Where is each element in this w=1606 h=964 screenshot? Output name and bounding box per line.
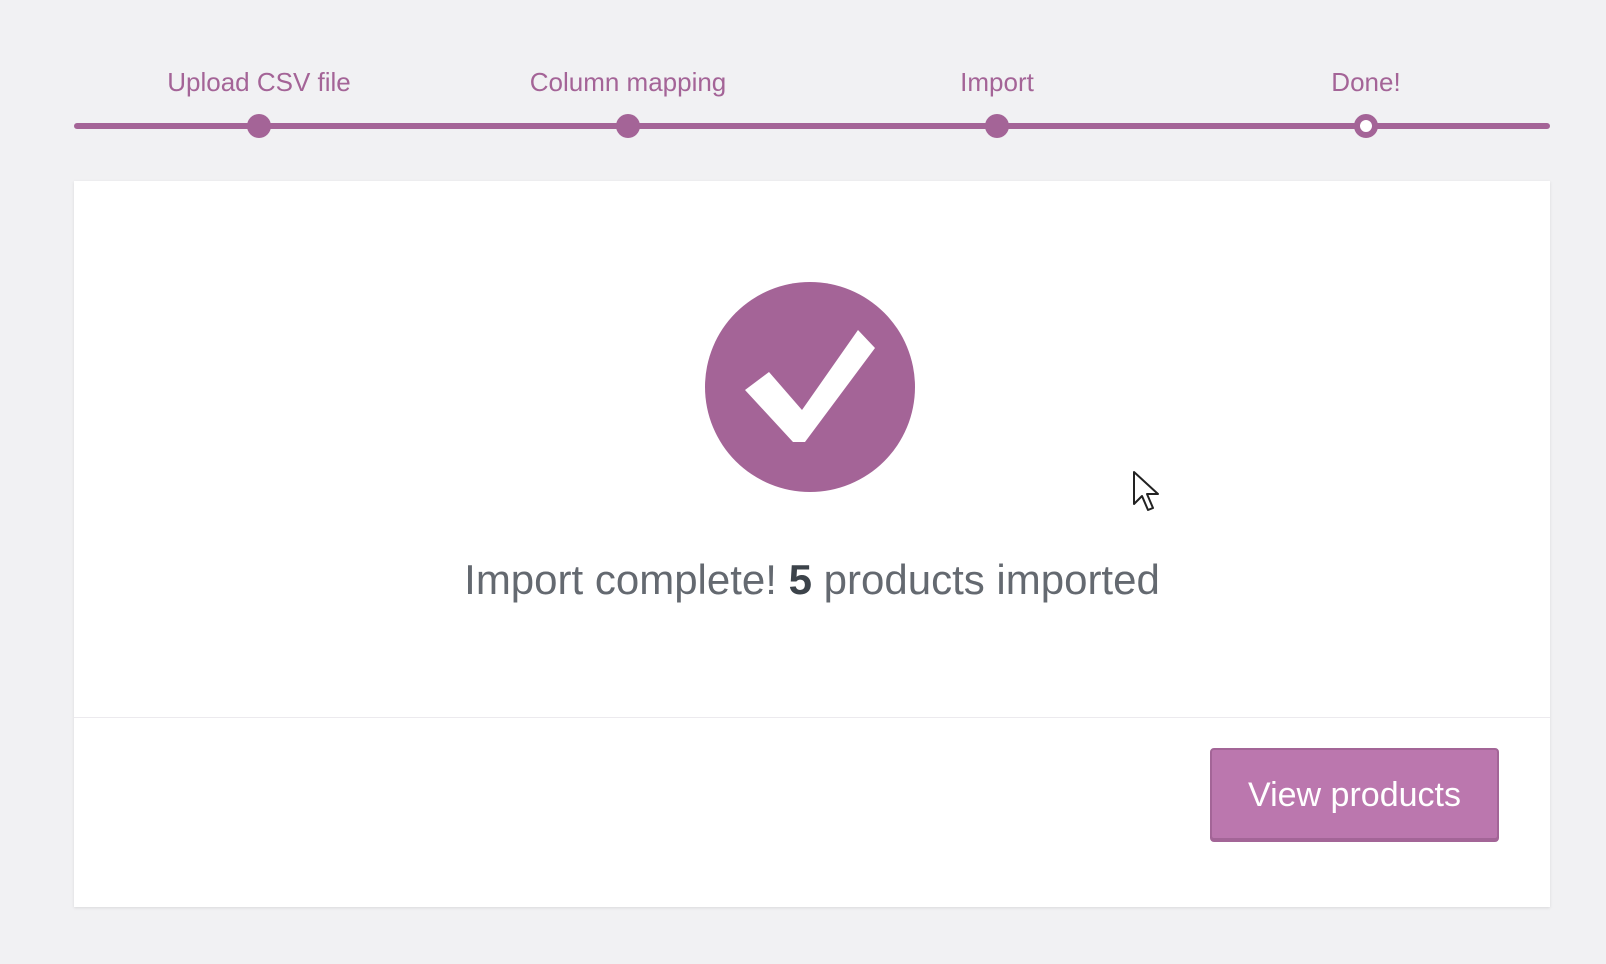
step-label: Column mapping — [529, 67, 727, 97]
import-result-card: Import complete! 5 products imported Vie… — [74, 181, 1550, 907]
card-footer: View products — [74, 718, 1550, 907]
step-dot-current — [1354, 114, 1378, 138]
step-label: Done! — [1331, 67, 1401, 97]
import-status-message: Import complete! 5 products imported — [74, 553, 1550, 607]
step-dot-completed — [247, 114, 271, 138]
step-dot-completed — [616, 114, 640, 138]
message-prefix: Import complete! — [464, 556, 777, 603]
step-label: Upload CSV file — [167, 67, 351, 97]
step-dot-completed — [985, 114, 1009, 138]
import-wizard-page: Upload CSV file Column mapping Import Do… — [0, 0, 1606, 964]
progress-stepper: Upload CSV file Column mapping Import Do… — [74, 60, 1550, 140]
card-body: Import complete! 5 products imported — [74, 181, 1550, 717]
checkmark-circle-icon — [705, 282, 915, 492]
step-done: Done! — [1186, 60, 1546, 138]
stepper-track — [74, 123, 1550, 129]
step-upload-csv: Upload CSV file — [79, 60, 439, 138]
step-column-mapping: Column mapping — [448, 60, 808, 138]
step-import: Import — [817, 60, 1177, 138]
view-products-button[interactable]: View products — [1210, 748, 1499, 840]
step-label: Import — [960, 67, 1034, 97]
imported-count: 5 — [788, 556, 812, 603]
mouse-cursor-icon — [1133, 471, 1159, 511]
message-suffix: products imported — [823, 556, 1160, 603]
